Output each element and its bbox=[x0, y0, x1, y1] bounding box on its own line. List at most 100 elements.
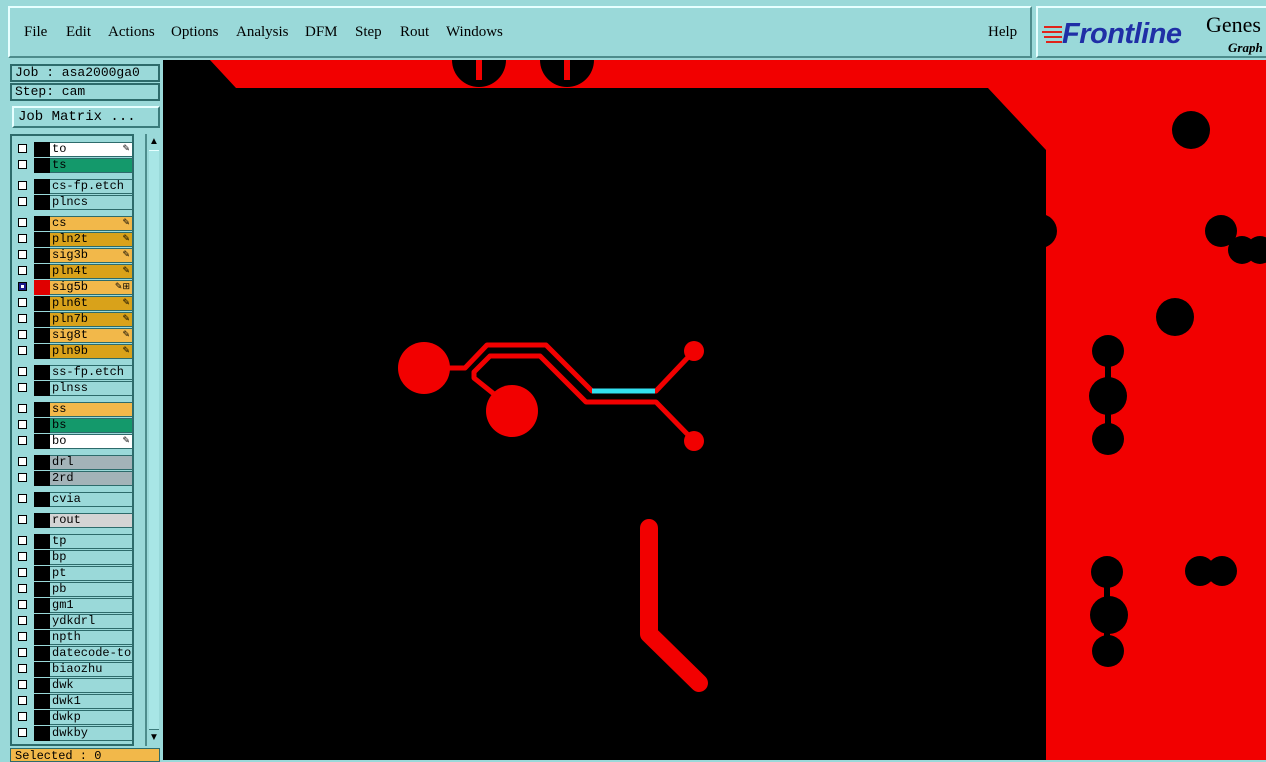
layer-color-swatch[interactable] bbox=[34, 296, 50, 311]
trace[interactable] bbox=[640, 519, 708, 692]
layer-color-swatch[interactable] bbox=[34, 598, 50, 613]
layer-color-swatch[interactable] bbox=[34, 216, 50, 231]
layer-name[interactable]: bp bbox=[50, 550, 132, 565]
layer-color-swatch[interactable] bbox=[34, 195, 50, 210]
layer-checkbox[interactable] bbox=[18, 457, 27, 466]
layer-checkbox[interactable] bbox=[18, 728, 27, 737]
layer-row-to[interactable]: to ✎ bbox=[16, 142, 132, 157]
layer-name[interactable]: plnss bbox=[50, 381, 132, 396]
layer-name[interactable]: bo bbox=[50, 434, 132, 449]
layer-name[interactable]: rout bbox=[50, 513, 132, 528]
layer-row-cs[interactable]: cs ✎ bbox=[16, 216, 132, 231]
arrow-down-icon[interactable]: ▼ bbox=[148, 732, 160, 744]
layer-color-swatch[interactable] bbox=[34, 455, 50, 470]
menu-help[interactable]: Help bbox=[988, 24, 1017, 41]
layer-checkbox[interactable] bbox=[18, 234, 27, 243]
layer-name[interactable]: dwkby bbox=[50, 726, 132, 741]
layer-name[interactable]: ts bbox=[50, 158, 132, 173]
layer-color-swatch[interactable] bbox=[34, 365, 50, 380]
layer-row-gm1[interactable]: gm1 bbox=[16, 598, 132, 613]
layer-checkbox[interactable] bbox=[18, 197, 27, 206]
layer-checkbox[interactable] bbox=[18, 712, 27, 721]
menu-rout[interactable]: Rout bbox=[400, 24, 429, 41]
layer-name[interactable]: pln4t bbox=[50, 264, 132, 279]
layer-row-ts[interactable]: ts bbox=[16, 158, 132, 173]
layer-name[interactable]: biaozhu bbox=[50, 662, 132, 677]
layer-name[interactable]: plncs bbox=[50, 195, 132, 210]
layer-row-bo[interactable]: bo ✎ bbox=[16, 434, 132, 449]
layer-color-swatch[interactable] bbox=[34, 694, 50, 709]
layer-row-pln2t[interactable]: pln2t ✎ bbox=[16, 232, 132, 247]
layer-color-swatch[interactable] bbox=[34, 158, 50, 173]
layer-color-swatch[interactable] bbox=[34, 264, 50, 279]
layer-name[interactable]: pln9b bbox=[50, 344, 132, 359]
layer-row-sig8t[interactable]: sig8t ✎ bbox=[16, 328, 132, 343]
layer-checkbox[interactable] bbox=[18, 330, 27, 339]
layer-color-swatch[interactable] bbox=[34, 142, 50, 157]
layer-checkbox[interactable] bbox=[18, 664, 27, 673]
layer-name[interactable]: cs bbox=[50, 216, 132, 231]
menu-file[interactable]: File bbox=[24, 24, 47, 41]
layer-name[interactable]: sig8t bbox=[50, 328, 132, 343]
layer-name[interactable]: cs-fp.etch bbox=[50, 179, 132, 194]
job-matrix-button[interactable]: Job Matrix ... bbox=[12, 106, 160, 128]
layer-name[interactable]: dwk bbox=[50, 678, 132, 693]
layer-name[interactable]: bs bbox=[50, 418, 132, 433]
menu-windows[interactable]: Windows bbox=[446, 24, 503, 41]
layer-name[interactable]: 2rd bbox=[50, 471, 132, 486]
layer-row-cs-fp.etch[interactable]: cs-fp.etch bbox=[16, 179, 132, 194]
layer-name[interactable]: tp bbox=[50, 534, 132, 549]
layer-row-pt[interactable]: pt bbox=[16, 566, 132, 581]
layer-checkbox[interactable] bbox=[18, 494, 27, 503]
layer-checkbox[interactable] bbox=[18, 298, 27, 307]
layer-checkbox[interactable] bbox=[18, 181, 27, 190]
layer-color-swatch[interactable] bbox=[34, 434, 50, 449]
layer-color-swatch[interactable] bbox=[34, 418, 50, 433]
layer-name[interactable]: ss bbox=[50, 402, 132, 417]
layer-name[interactable]: pln6t bbox=[50, 296, 132, 311]
layer-checkbox[interactable] bbox=[18, 616, 27, 625]
layer-row-biaozhu[interactable]: biaozhu bbox=[16, 662, 132, 677]
scroll-thumb[interactable] bbox=[149, 150, 159, 730]
layer-list-scrollbar[interactable]: ▲ ▼ bbox=[145, 134, 161, 746]
layer-row-ydkdrl[interactable]: ydkdrl bbox=[16, 614, 132, 629]
layer-checkbox[interactable] bbox=[18, 436, 27, 445]
pad[interactable] bbox=[684, 431, 704, 451]
layer-row-rout[interactable]: rout bbox=[16, 513, 132, 528]
layer-row-pln7b[interactable]: pln7b ✎ bbox=[16, 312, 132, 327]
layer-row-dwk[interactable]: dwk bbox=[16, 678, 132, 693]
layer-color-swatch[interactable] bbox=[34, 614, 50, 629]
layer-color-swatch[interactable] bbox=[34, 312, 50, 327]
layer-color-swatch[interactable] bbox=[34, 678, 50, 693]
layer-row-drl[interactable]: drl bbox=[16, 455, 132, 470]
layer-checkbox[interactable] bbox=[18, 383, 27, 392]
layer-checkbox[interactable] bbox=[18, 632, 27, 641]
layer-row-pln4t[interactable]: pln4t ✎ bbox=[16, 264, 132, 279]
menu-dfm[interactable]: DFM bbox=[305, 24, 338, 41]
layer-color-swatch[interactable] bbox=[34, 582, 50, 597]
layer-color-swatch[interactable] bbox=[34, 328, 50, 343]
layer-color-swatch[interactable] bbox=[34, 566, 50, 581]
layer-row-npth[interactable]: npth bbox=[16, 630, 132, 645]
layer-row-2rd[interactable]: 2rd bbox=[16, 471, 132, 486]
layer-checkbox[interactable] bbox=[18, 568, 27, 577]
pcb-view[interactable] bbox=[163, 60, 1266, 760]
menu-step[interactable]: Step bbox=[355, 24, 382, 41]
layer-color-swatch[interactable] bbox=[34, 344, 50, 359]
layer-row-plncs[interactable]: plncs bbox=[16, 195, 132, 210]
layer-name[interactable]: pln2t bbox=[50, 232, 132, 247]
layer-color-swatch[interactable] bbox=[34, 179, 50, 194]
menu-options[interactable]: Options bbox=[171, 24, 219, 41]
layer-name[interactable]: gm1 bbox=[50, 598, 132, 613]
layer-name[interactable]: sig3b bbox=[50, 248, 132, 263]
layer-color-swatch[interactable] bbox=[34, 550, 50, 565]
layer-checkbox[interactable] bbox=[18, 266, 27, 275]
layer-row-datecode-to[interactable]: datecode-to bbox=[16, 646, 132, 661]
layer-checkbox[interactable] bbox=[18, 282, 27, 291]
layer-name[interactable]: npth bbox=[50, 630, 132, 645]
layer-checkbox[interactable] bbox=[18, 314, 27, 323]
layer-color-swatch[interactable] bbox=[34, 381, 50, 396]
layer-checkbox[interactable] bbox=[18, 600, 27, 609]
layer-row-ss-fp.etch[interactable]: ss-fp.etch bbox=[16, 365, 132, 380]
layer-color-swatch[interactable] bbox=[34, 662, 50, 677]
